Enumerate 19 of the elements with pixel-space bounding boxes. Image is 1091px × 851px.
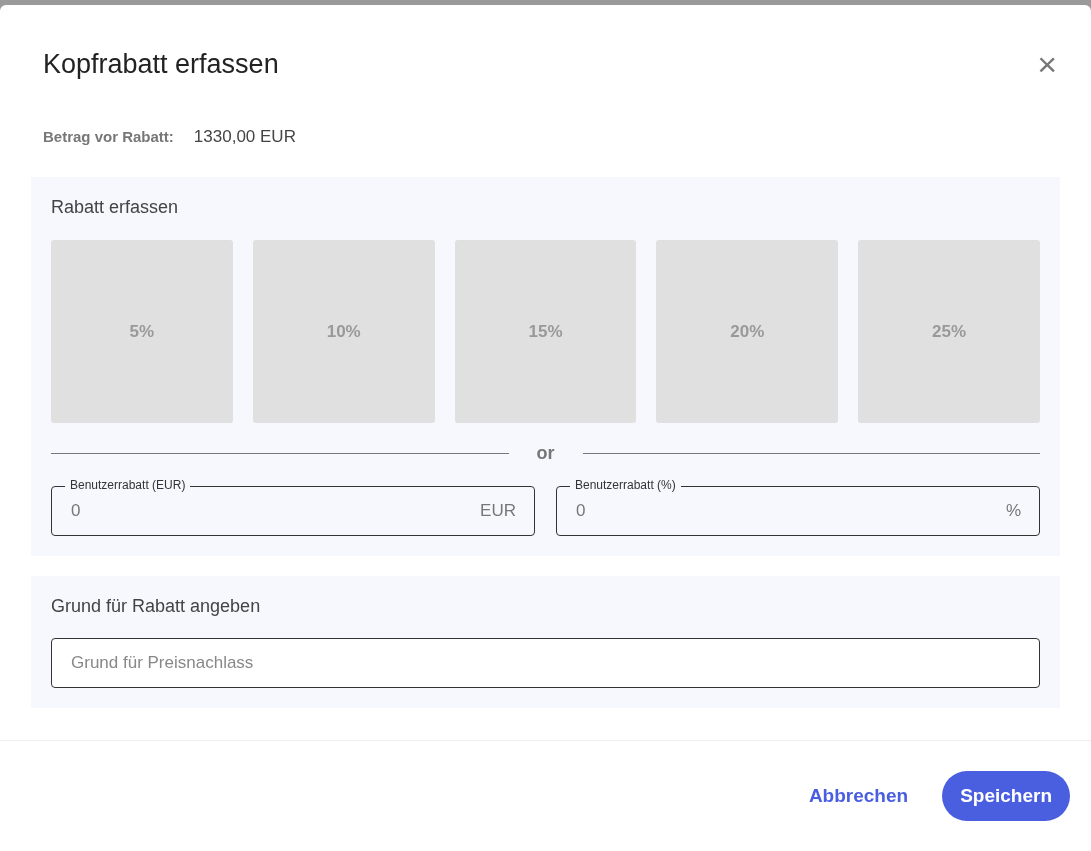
amount-value: 1330,00 EUR [193,127,296,147]
field-label: Benutzerrabatt (EUR) [65,478,191,493]
section-heading: Grund für Rabatt angeben [51,596,262,617]
discount-tile[interactable]: 5% [51,240,233,423]
section-heading: Rabatt erfassen [51,197,180,218]
close-button[interactable]: × [1037,47,1057,81]
discount-tile[interactable]: 10% [252,240,435,423]
cancel-button[interactable]: Abbrechen [802,784,915,808]
amount-label: Betrag vor Rabatt: [43,128,174,145]
field-label: Benutzerrabatt (%) [570,478,681,493]
discount-tile[interactable]: 15% [454,240,637,423]
dialog-title: Kopfrabatt erfassen [43,48,279,80]
discount-tile[interactable]: 25% [858,240,1040,423]
unit-label: EUR [480,501,516,521]
unit-label: % [1005,501,1021,521]
divider-label: or [536,443,555,464]
save-button[interactable]: Speichern [942,771,1070,821]
reason-field[interactable]: Grund für Preisnachlass [51,638,1040,688]
discount-tile[interactable]: 20% [656,240,839,423]
